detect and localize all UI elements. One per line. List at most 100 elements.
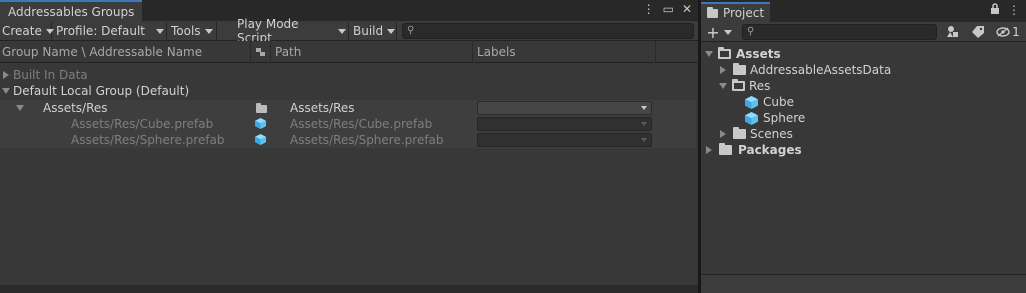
play-mode-script-button[interactable]: Play Mode Script [235,17,349,45]
labels-dropdown[interactable] [477,117,652,131]
project-search-input[interactable]: ⚲ [742,24,937,40]
tree-label: Res [749,79,771,93]
tree-item-scenes[interactable]: Scenes [720,126,793,142]
tree-label: Cube [763,95,794,109]
folder-icon [733,63,746,75]
chevron-down-icon [45,28,54,34]
hidden-packages-icon [996,27,1010,37]
folder-open-icon [732,79,745,91]
column-divider[interactable] [655,41,656,63]
profile-label: Profile: Default [56,24,146,38]
maximize-icon[interactable]: ▭ [663,2,674,16]
icon-column-icon[interactable] [256,46,266,60]
build-button[interactable]: Build [351,22,397,40]
chevron-down-icon [641,106,647,110]
expand-arrow-icon[interactable] [720,130,726,138]
row-label: Assets/Res [43,101,108,115]
close-icon[interactable]: ✕ [682,2,692,16]
column-path[interactable]: Path [275,45,301,59]
tree-item-packages[interactable]: Packages [706,142,802,158]
tree-item-cube[interactable]: Cube [745,94,794,110]
chevron-down-icon [387,28,396,34]
tools-label: Tools [171,24,201,38]
search-icon: ⚲ [747,26,755,37]
window-tab-bar: Addressables Groups ⋮ ▭ ✕ [0,0,698,21]
filter-by-label-button[interactable] [967,23,989,41]
create-label: Create [2,24,42,38]
chevron-down-icon [156,28,164,34]
lock-icon[interactable] [990,3,1000,18]
labels-dropdown[interactable] [477,101,652,115]
expand-arrow-icon[interactable] [706,146,712,154]
hidden-packages-toggle[interactable]: 1 [993,23,1023,41]
row-path: Assets/Res/Cube.prefab [290,117,433,131]
tab-label: Project [723,6,765,20]
folder-icon [733,127,746,139]
project-window: Project ⋮ + ⚲ 1 Assets AddressableAssets… [701,0,1026,293]
chevron-down-icon [338,28,346,34]
collapse-arrow-icon[interactable] [16,105,24,111]
tree-row-default-group[interactable]: Default Local Group (Default) [0,83,696,99]
prefab-cube-icon [745,95,758,109]
labels-dropdown[interactable] [477,133,652,147]
collapse-arrow-icon[interactable] [719,83,727,89]
prefab-cube-icon [255,134,266,145]
tab-addressables-groups[interactable]: Addressables Groups [0,0,143,21]
tree-label: AddressableAssetsData [750,63,892,77]
expand-arrow-icon[interactable] [720,66,726,74]
column-labels[interactable]: Labels [477,45,516,59]
tree-label: Assets [736,47,781,61]
prefab-cube-icon [745,111,758,125]
window-controls: ⋮ ▭ ✕ [643,2,692,16]
addressables-groups-window: Addressables Groups ⋮ ▭ ✕ Create Profile… [0,0,698,293]
tab-project[interactable]: Project [701,2,771,22]
profile-dropdown[interactable]: Profile: Default [54,22,167,40]
build-label: Build [353,24,384,38]
collapse-arrow-icon[interactable] [705,51,713,57]
folder-open-icon [718,47,731,59]
row-label: Assets/Res/Cube.prefab [71,117,214,131]
chevron-down-icon [641,122,647,126]
filter-by-type-icon [947,26,958,37]
window-controls: ⋮ [990,3,1020,18]
row-path: Assets/Res [290,101,355,115]
chevron-down-icon [641,138,647,142]
tree-label: Sphere [763,111,806,125]
kebab-menu-icon[interactable]: ⋮ [1008,3,1020,18]
column-divider[interactable] [472,41,473,63]
tree-row-sphere-prefab[interactable]: Assets/Res/Sphere.prefab Assets/Res/Sphe… [0,132,696,148]
expand-arrow-icon[interactable] [3,71,9,79]
column-divider[interactable] [270,41,271,63]
create-button[interactable]: Create [0,22,54,40]
folder-icon [256,103,267,113]
tree-item-assets[interactable]: Assets [705,46,781,62]
column-header: Group Name \ Addressable Name Path Label… [0,41,698,63]
horizontal-scrollbar[interactable] [0,285,698,293]
filter-by-type-button[interactable] [942,23,964,41]
tree-label: Packages [738,143,802,157]
folder-icon [707,6,718,18]
column-group-name[interactable]: Group Name \ Addressable Name [2,45,202,59]
search-icon: ⚲ [407,25,415,36]
groups-search-input[interactable]: ⚲ [402,23,694,39]
chevron-down-icon [204,28,213,34]
project-toolbar: + ⚲ 1 [701,22,1026,42]
tree-row-built-in-data[interactable]: Built In Data [0,67,696,83]
chevron-down-icon [723,29,732,35]
collapse-arrow-icon[interactable] [2,88,10,94]
groups-toolbar: Create Profile: Default Tools Play Mode … [0,17,698,45]
project-footer-bar [701,274,1026,293]
add-asset-button[interactable]: + [705,22,733,42]
tools-button[interactable]: Tools [169,22,217,40]
tree-row-cube-prefab[interactable]: Assets/Res/Cube.prefab Assets/Res/Cube.p… [0,116,696,132]
tree-row-assets-res[interactable]: Assets/Res Assets/Res [0,100,696,116]
column-divider[interactable] [250,41,251,63]
tree-item-addressable-assets-data[interactable]: AddressableAssetsData [720,62,891,78]
plus-icon: + [706,22,720,42]
folder-icon [719,143,732,155]
tree-item-sphere[interactable]: Sphere [745,110,805,126]
hidden-count: 1 [1012,25,1020,39]
row-label: Assets/Res/Sphere.prefab [71,133,225,147]
tree-item-res[interactable]: Res [719,78,770,94]
kebab-menu-icon[interactable]: ⋮ [643,2,655,16]
